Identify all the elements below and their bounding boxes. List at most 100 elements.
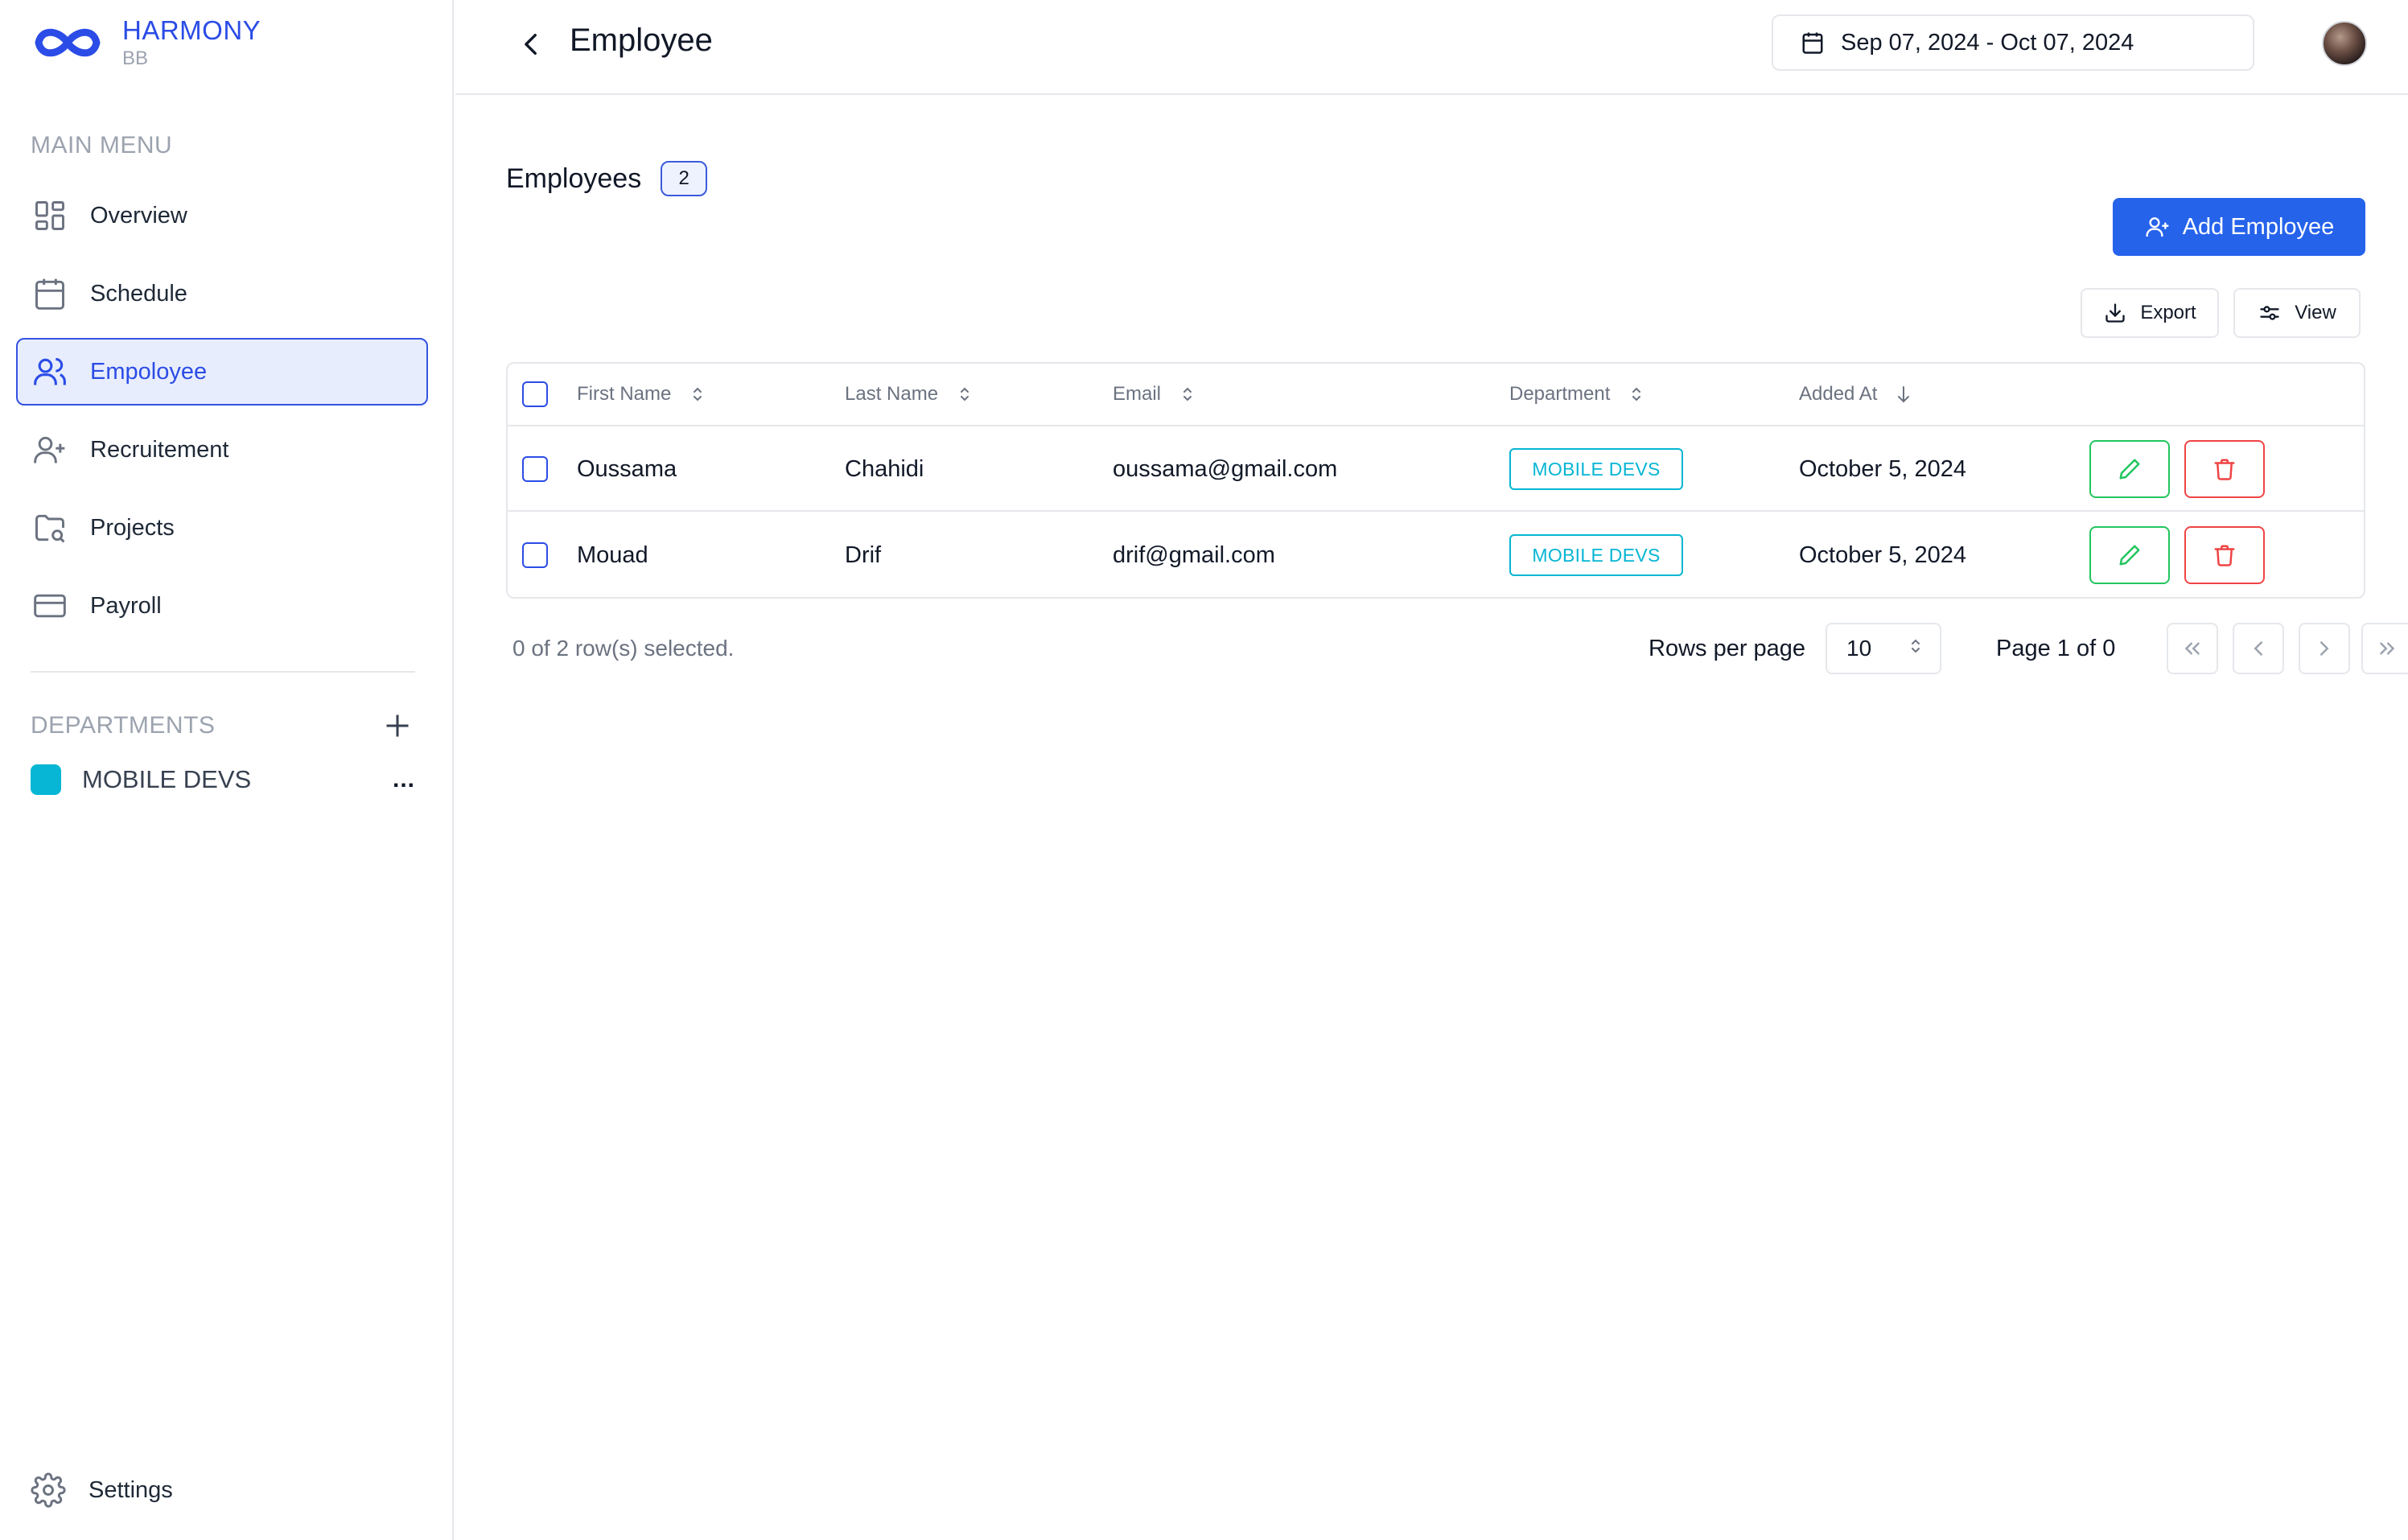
- previous-page-button[interactable]: [2233, 623, 2284, 674]
- cell-added-at: October 5, 2024: [1799, 455, 1966, 482]
- sidebar-item-label: Overview: [90, 202, 187, 229]
- top-bar: Employee Sep 07, 2024 - Oct 07, 2024: [455, 0, 2408, 95]
- export-button[interactable]: Export: [2081, 288, 2219, 338]
- column-label: Added At: [1799, 383, 1878, 405]
- cell-first-name: Oussama: [577, 455, 677, 482]
- table-footer: 0 of 2 row(s) selected. Rows per page 10…: [506, 621, 2408, 677]
- sidebar-item-label: Payroll: [90, 592, 162, 619]
- delete-button[interactable]: [2184, 526, 2265, 584]
- pencil-icon: [2119, 545, 2140, 566]
- settings-label: Settings: [88, 1476, 173, 1503]
- pencil-icon: [2119, 459, 2140, 480]
- chevron-right-icon: [2320, 641, 2329, 656]
- departments-title: DEPARTMENTS: [31, 712, 216, 739]
- main-menu: Overview Schedule Empoloyee Recruitement…: [16, 182, 428, 650]
- cell-last-name: Chahidi: [845, 455, 924, 482]
- column-header-added-at[interactable]: Added At: [1799, 383, 1912, 406]
- table-row[interactable]: Mouad Drif drif@gmail.com MOBILE DEVS Oc…: [508, 513, 2364, 597]
- row-checkbox[interactable]: [522, 456, 548, 482]
- brand-subtitle: BB: [122, 47, 149, 69]
- sort-updown-icon: [1179, 384, 1196, 405]
- column-label: Department: [1509, 383, 1611, 405]
- sidebar-item-label: Projects: [90, 514, 175, 541]
- brand[interactable]: HARMONY BB: [31, 14, 261, 71]
- date-range-picker[interactable]: Sep 07, 2024 - Oct 07, 2024: [1772, 14, 2254, 71]
- folder-icon: [32, 510, 68, 546]
- table-header-row: First Name Last Name Email Department Ad…: [508, 364, 2364, 426]
- row-checkbox[interactable]: [522, 542, 548, 568]
- trash-icon: [2214, 545, 2235, 566]
- edit-button[interactable]: [2089, 440, 2170, 498]
- last-page-button[interactable]: [2361, 623, 2408, 674]
- page-title: Employee: [570, 23, 713, 58]
- employees-table: First Name Last Name Email Department Ad…: [506, 362, 2365, 599]
- cell-last-name: Drif: [845, 541, 882, 568]
- cell-email: oussama@gmail.com: [1113, 455, 1338, 482]
- department-badge: MOBILE DEVS: [1509, 448, 1683, 490]
- sort-down-arrow-icon: [1895, 384, 1912, 405]
- sidebar-item-schedule[interactable]: Schedule: [16, 260, 428, 327]
- sidebar-item-projects[interactable]: Projects: [16, 494, 428, 562]
- first-page-button[interactable]: [2167, 623, 2218, 674]
- department-color-swatch: [31, 764, 61, 795]
- column-label: First Name: [577, 383, 672, 405]
- user-plus-icon: [32, 432, 68, 467]
- view-label: View: [2295, 302, 2336, 323]
- sidebar-item-employee[interactable]: Empoloyee: [16, 338, 428, 406]
- add-department-plus-icon[interactable]: [380, 708, 415, 743]
- view-button[interactable]: View: [2233, 288, 2361, 338]
- select-all-checkbox[interactable]: [522, 381, 548, 407]
- employee-count-badge: 2: [661, 161, 708, 196]
- gear-icon: [31, 1472, 66, 1508]
- column-header-department[interactable]: Department: [1509, 383, 1645, 406]
- table-row[interactable]: Oussama Chahidi oussama@gmail.com MOBILE…: [508, 428, 2364, 512]
- sidebar-item-recruitement[interactable]: Recruitement: [16, 416, 428, 484]
- rows-per-page-select[interactable]: 10: [1826, 623, 1941, 674]
- sidebar-item-settings[interactable]: Settings: [31, 1472, 173, 1508]
- sidebar-item-label: Recruitement: [90, 436, 229, 463]
- cell-email: drif@gmail.com: [1113, 541, 1275, 568]
- column-header-first-name[interactable]: First Name: [577, 383, 706, 406]
- sidebar-item-label: Schedule: [90, 280, 187, 307]
- main-menu-title: MAIN MENU: [31, 132, 173, 159]
- add-employee-button[interactable]: Add Employee: [2113, 198, 2365, 256]
- next-page-button[interactable]: [2299, 623, 2350, 674]
- infinity-logo-icon: [31, 14, 105, 71]
- download-icon: [2103, 301, 2127, 325]
- department-item-mobile-devs[interactable]: MOBILE DEVS ...: [31, 764, 415, 795]
- delete-button[interactable]: [2184, 440, 2265, 498]
- brand-name: HARMONY: [122, 15, 261, 45]
- calendar-icon: [1799, 29, 1826, 56]
- edit-button[interactable]: [2089, 526, 2170, 584]
- main-content: Employees 2 Add Employee Export View Fir…: [455, 97, 2408, 1540]
- sidebar-divider: [31, 671, 415, 673]
- employees-title: Employees: [506, 163, 642, 194]
- employees-heading: Employees 2: [506, 161, 708, 196]
- page-indicator: Page 1 of 0: [1996, 636, 2116, 661]
- user-plus-icon: [2144, 213, 2171, 241]
- calendar-icon: [32, 276, 68, 311]
- trash-icon: [2214, 459, 2235, 480]
- chevron-left-icon: [2254, 641, 2262, 656]
- sidebar-item-overview[interactable]: Overview: [16, 182, 428, 249]
- sort-updown-icon: [1628, 384, 1645, 405]
- selected-rows-text: 0 of 2 row(s) selected.: [512, 636, 735, 661]
- sidebar-item-payroll[interactable]: Payroll: [16, 572, 428, 640]
- department-more-button[interactable]: ...: [393, 766, 415, 793]
- column-header-email[interactable]: Email: [1113, 383, 1196, 406]
- chevrons-left-icon: [2184, 642, 2200, 655]
- column-header-last-name[interactable]: Last Name: [845, 383, 973, 406]
- chevron-updown-icon: [1909, 636, 1922, 661]
- department-badge: MOBILE DEVS: [1509, 534, 1683, 576]
- sort-updown-icon: [956, 384, 973, 405]
- sidebar: HARMONY BB MAIN MENU Overview Schedule E…: [0, 0, 454, 1540]
- cell-added-at: October 5, 2024: [1799, 541, 1966, 568]
- add-employee-label: Add Employee: [2182, 213, 2335, 240]
- avatar[interactable]: [2322, 21, 2367, 66]
- rows-per-page-value: 10: [1846, 636, 1872, 661]
- cell-first-name: Mouad: [577, 541, 648, 568]
- column-label: Email: [1113, 383, 1162, 405]
- sliders-icon: [2258, 301, 2282, 325]
- credit-card-icon: [32, 588, 68, 624]
- back-chevron-icon[interactable]: [512, 24, 552, 64]
